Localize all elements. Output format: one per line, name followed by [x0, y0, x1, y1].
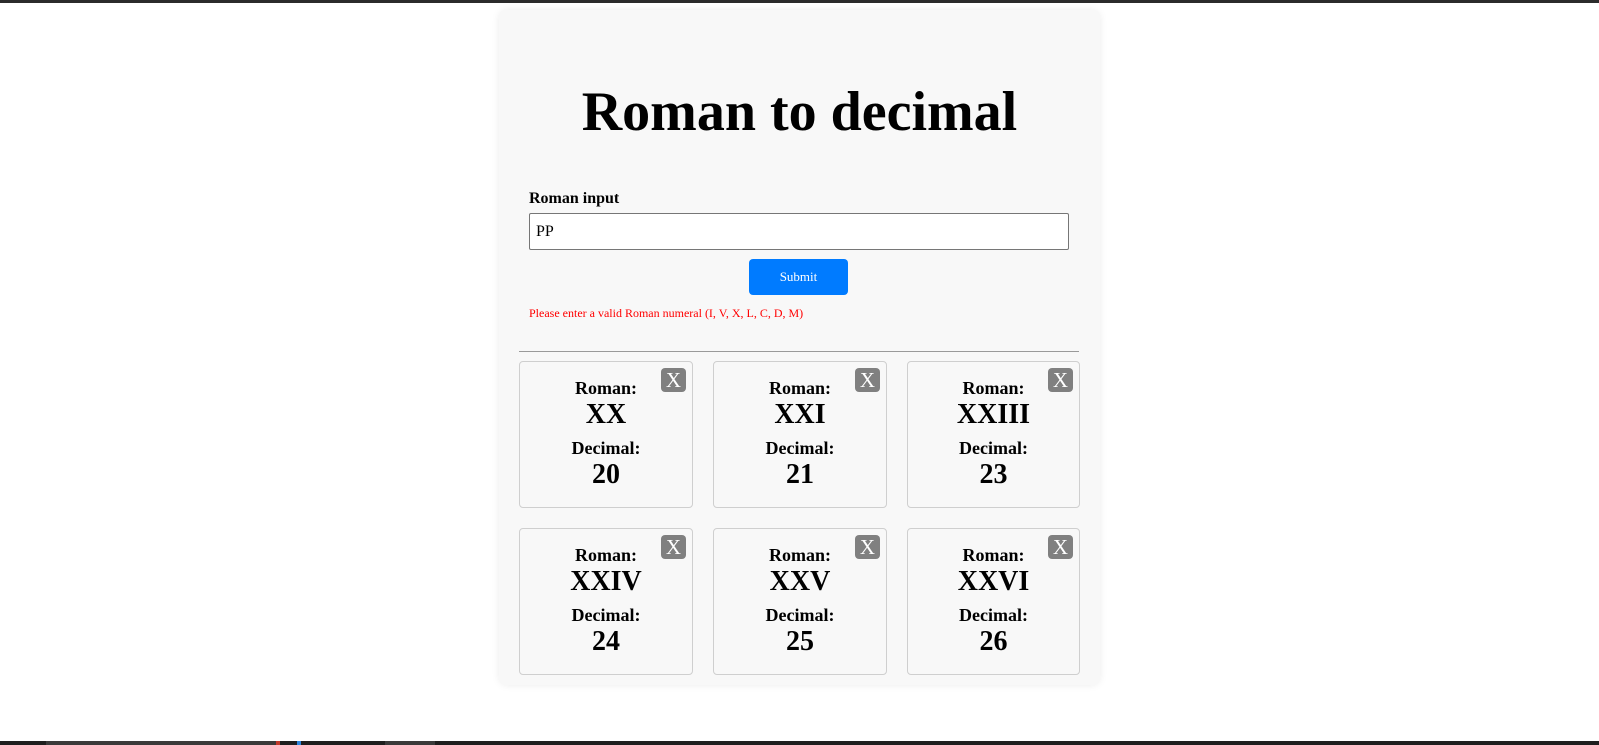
taskbar-segment	[385, 741, 435, 745]
roman-label: Roman:	[575, 378, 637, 398]
roman-label: Roman:	[575, 545, 637, 565]
result-card: X Roman: XXV Decimal: 25	[713, 528, 887, 675]
result-card: X Roman: XXIII Decimal: 23	[907, 361, 1080, 508]
results-grid: X Roman: XX Decimal: 20 X Roman: XXI Dec…	[519, 361, 1080, 675]
roman-value: XXVI	[957, 566, 1030, 597]
roman-label: Roman:	[769, 545, 831, 565]
window-top-border	[0, 0, 1599, 3]
converter-card: Roman to decimal Roman input Submit Plea…	[499, 10, 1100, 685]
taskbar-segment	[46, 741, 276, 745]
roman-input[interactable]	[529, 213, 1069, 250]
submit-button[interactable]: Submit	[749, 259, 848, 295]
taskbar-icon	[276, 741, 280, 745]
roman-value: XXIV	[570, 566, 642, 597]
roman-value: XXI	[774, 399, 826, 430]
taskbar-icon	[297, 741, 301, 745]
decimal-label: Decimal:	[765, 605, 835, 625]
roman-label: Roman:	[962, 545, 1025, 565]
decimal-label: Decimal:	[571, 605, 641, 625]
roman-value: XXV	[769, 566, 831, 597]
page-title: Roman to decimal	[581, 81, 1018, 143]
roman-label: Roman:	[769, 378, 831, 398]
decimal-value: 25	[786, 626, 814, 657]
roman-label: Roman:	[962, 378, 1025, 398]
decimal-label: Decimal:	[959, 438, 1028, 458]
roman-value: XXIII	[956, 399, 1031, 430]
taskbar-strip	[0, 741, 1599, 745]
decimal-value: 23	[979, 459, 1008, 490]
roman-value: XX	[585, 399, 627, 430]
decimal-label: Decimal:	[571, 438, 641, 458]
decimal-label: Decimal:	[765, 438, 835, 458]
result-card: X Roman: XXI Decimal: 21	[713, 361, 887, 508]
roman-input-label: Roman input	[529, 190, 620, 207]
result-card: X Roman: XX Decimal: 20	[519, 361, 693, 508]
result-card: X Roman: XXIV Decimal: 24	[519, 528, 693, 675]
result-card: X Roman: XXVI Decimal: 26	[907, 528, 1080, 675]
decimal-value: 20	[592, 459, 620, 490]
decimal-label: Decimal:	[959, 605, 1028, 625]
error-message: Please enter a valid Roman numeral (I, V…	[529, 306, 804, 320]
divider	[519, 351, 1079, 352]
decimal-value: 21	[786, 459, 814, 490]
decimal-value: 24	[592, 626, 620, 657]
decimal-value: 26	[979, 626, 1008, 657]
